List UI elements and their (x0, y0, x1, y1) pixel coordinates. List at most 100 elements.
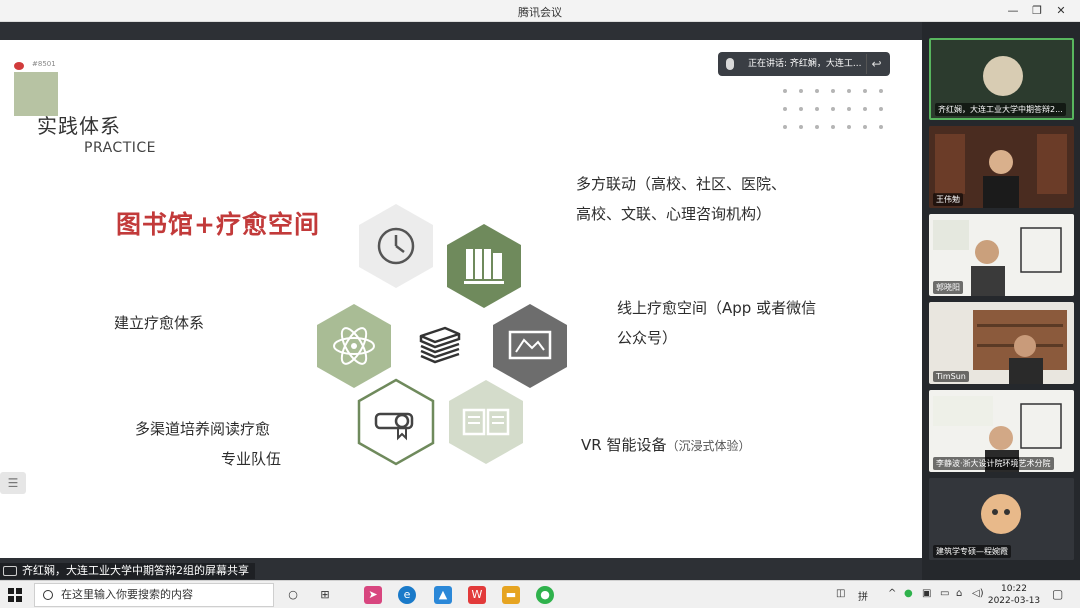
clock-date: 2022-03-13 (987, 596, 1041, 606)
tray-expand-icon[interactable]: ^ (888, 588, 896, 599)
wechat-icon[interactable]: ● (536, 586, 554, 604)
window-title: 腾讯会议 (518, 6, 562, 19)
label-multi-party-line1: 多方联动（高校、社区、医院、 (576, 175, 787, 193)
label-online-space-line1: 线上疗愈空间（App 或者微信 (617, 299, 817, 317)
decorative-dot (815, 107, 819, 111)
decorative-dot (799, 125, 803, 129)
screen-share-label: 齐红娴，大连工业大学中期答辩2组的屏幕共享 (0, 563, 255, 579)
screen-share-text: 齐红娴，大连工业大学中期答辩2组的屏幕共享 (22, 564, 249, 577)
meeting-tray-icon[interactable]: ▣ (922, 588, 931, 599)
share-status-bar: 齐红娴，大连工业大学中期答辩2组的屏幕共享 (0, 558, 1080, 580)
participant-name: 郭晓阳 (933, 281, 963, 294)
tencent-meeting-icon[interactable]: ▲ (434, 586, 452, 604)
volume-icon[interactable]: ◁) (972, 588, 984, 599)
slide-subtitle: PRACTICE (84, 140, 157, 156)
participant-name: TimSun (933, 371, 969, 382)
decorative-dot (783, 107, 787, 111)
decorative-dot (847, 107, 851, 111)
label-training: 多渠道培养阅读疗愈 专业队伍 (135, 414, 281, 474)
decorative-dot (847, 125, 851, 129)
hex-clock (356, 202, 436, 290)
windows-taskbar: 在这里输入你要搜索的内容 ○ ⊞ ➤ e ▲ W ▬ ● ◫ 拼 ^ ● ▣ ▭… (0, 580, 1080, 608)
screen-share-icon (3, 566, 17, 576)
decorative-dot (879, 89, 883, 93)
input-method-icon[interactable]: ◫ (836, 588, 845, 599)
decorative-dot (815, 125, 819, 129)
network-icon[interactable]: ⌂ (956, 588, 962, 599)
stacked-books-icon (415, 324, 465, 370)
speaking-text: 正在讲话: 齐红娴，大连工... (748, 59, 862, 69)
wps-icon[interactable]: W (468, 586, 486, 604)
label-online-space-line2: 公众号） (617, 329, 678, 347)
hex-books (444, 222, 524, 310)
participant-name: 王伟勉 (933, 193, 963, 206)
decorative-dot (863, 125, 867, 129)
minimize-icon[interactable]: — (1002, 3, 1024, 19)
logo-mark-icon (14, 62, 24, 70)
participant-tile-4[interactable]: TimSun (929, 302, 1074, 384)
slide-menu-icon[interactable]: ☰ (0, 472, 26, 494)
decorative-dot (863, 107, 867, 111)
wechat-tray-icon[interactable]: ● (904, 588, 913, 599)
shared-screen: #8501 实践体系 PRACTICE 图书馆+疗愈空间 多方联动（高校、社区、… (0, 22, 922, 558)
participant-panel: 齐红娴，大连工业大学中期答辩2... 王伟勉 郭晓阳 TimSun 李静波·浙大… (922, 22, 1080, 580)
label-healing-system: 建立疗愈体系 (114, 314, 205, 332)
participant-tile-3[interactable]: 郭晓阳 (929, 214, 1074, 296)
label-vr: VR 智能设备（沉浸式体验） (581, 430, 750, 461)
windows-start-icon[interactable] (8, 588, 22, 602)
participant-tile-2[interactable]: 王伟勉 (929, 126, 1074, 208)
clock-time: 10:22 (1001, 584, 1027, 594)
label-training-line1: 多渠道培养阅读疗愈 (135, 420, 271, 438)
decorative-dot (831, 107, 835, 111)
decorative-dot (783, 125, 787, 129)
decorative-dot (831, 89, 835, 93)
label-training-line2: 专业队伍 (221, 450, 282, 468)
participant-name: 齐红娴，大连工业大学中期答辩2... (935, 103, 1066, 116)
mic-icon (726, 58, 734, 70)
label-online-space: 线上疗愈空间（App 或者微信 公众号） (617, 293, 816, 353)
hex-screen (490, 302, 570, 390)
label-vr-main: VR 智能设备 (581, 436, 667, 454)
participant-name: 建筑学专硕—程婉霞 (933, 545, 1011, 558)
close-icon[interactable]: ✕ (1050, 3, 1072, 19)
ime-indicator[interactable]: 拼 (858, 588, 868, 603)
decorative-dot (847, 89, 851, 93)
slide-headline: 图书馆+疗愈空间 (116, 210, 320, 239)
return-icon[interactable]: ↩ (866, 54, 886, 74)
label-multi-party-line2: 高校、文联、心理咨询机构） (576, 205, 772, 223)
label-multi-party: 多方联动（高校、社区、医院、 高校、文联、心理咨询机构） (576, 169, 786, 229)
participant-name: 李静波·浙大设计院环境艺术分院 (933, 457, 1054, 470)
search-icon (43, 590, 53, 600)
system-clock[interactable]: 10:22 2022-03-13 (986, 583, 1042, 607)
task-view-icon[interactable]: ○ (284, 586, 302, 604)
decorative-dot (799, 89, 803, 93)
notification-icon[interactable]: ▢ (1052, 587, 1063, 601)
search-placeholder: 在这里输入你要搜索的内容 (61, 588, 193, 601)
share-top-strip (0, 22, 922, 40)
edge-browser-icon[interactable]: e (398, 586, 416, 604)
participant-tile-5[interactable]: 李静波·浙大设计院环境艺术分院 (929, 390, 1074, 472)
logo-id: #8501 (32, 60, 56, 68)
decorative-dot (879, 125, 883, 129)
decorative-dot (879, 107, 883, 111)
window-titlebar: 腾讯会议 — ❐ ✕ (0, 0, 1080, 22)
widgets-icon[interactable]: ⊞ (316, 586, 334, 604)
battery-icon[interactable]: ▭ (940, 588, 949, 599)
participant-tile-1[interactable]: 齐红娴，大连工业大学中期答辩2... (929, 38, 1074, 120)
decorative-dot (815, 89, 819, 93)
slide-title: 实践体系 (37, 114, 121, 138)
participant-tile-6[interactable]: 建筑学专硕—程婉霞 (929, 478, 1074, 560)
file-explorer-icon[interactable]: ▬ (502, 586, 520, 604)
restore-icon[interactable]: ❐ (1026, 3, 1048, 19)
hex-diploma (356, 378, 436, 466)
decorative-dots (783, 89, 893, 133)
hex-open-book (446, 378, 526, 466)
app-arrow-icon[interactable]: ➤ (364, 586, 382, 604)
hex-atom (314, 302, 394, 390)
decorative-dot (831, 125, 835, 129)
label-vr-note: （沉浸式体验） (666, 439, 751, 453)
speaking-indicator: 正在讲话: 齐红娴，大连工... ↩ (718, 52, 890, 76)
taskbar-search-input[interactable]: 在这里输入你要搜索的内容 (34, 583, 274, 607)
decorative-dot (783, 89, 787, 93)
decorative-dot (863, 89, 867, 93)
